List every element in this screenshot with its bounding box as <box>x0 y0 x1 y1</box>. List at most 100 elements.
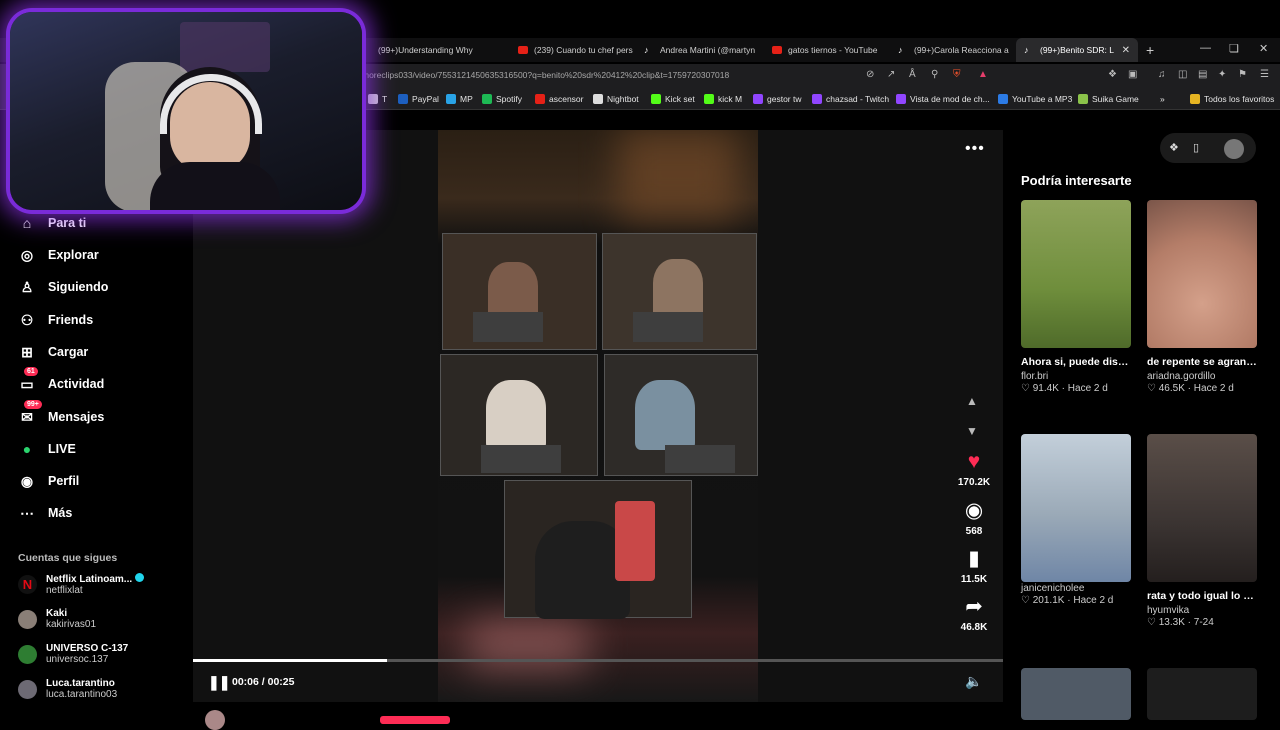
account-name: Luca.tarantino <box>46 678 117 689</box>
wallet-icon[interactable]: ▤ <box>1198 69 1207 80</box>
all-favorites-folder[interactable]: Todos los favoritos <box>1190 94 1274 104</box>
bookmark-item[interactable]: YouTube a MP3 <box>998 94 1072 104</box>
browser-tab[interactable]: gatos tiernos - YouTube <box>764 38 894 62</box>
bookmark-item[interactable]: Vista de mod de ch... <box>896 94 990 104</box>
sidebar-item-para-ti[interactable]: ⌂ Para ti <box>18 214 86 232</box>
bookmark-item[interactable]: chazsad - Twitch <box>812 94 889 104</box>
menu-icon[interactable]: ☰ <box>1260 69 1269 80</box>
suggestion-card[interactable]: janicenicholee ♡ 201.1K · Hace 2 d <box>1021 434 1131 606</box>
zoom-icon[interactable]: ⚲ <box>931 69 938 80</box>
followed-account[interactable]: N Netflix Latinoam... netflixlat <box>18 573 145 596</box>
next-video-icon[interactable]: ▼ <box>966 424 978 438</box>
screenshot-icon[interactable]: ▣ <box>1128 69 1137 80</box>
url-field[interactable]: moreclips033/video/7553121450635316500?q… <box>362 70 729 80</box>
bookmark-item[interactable]: Suika Game <box>1078 94 1139 104</box>
sidebar-item-más[interactable]: ⋯ Más <box>18 504 72 522</box>
sidebar-item-actividad[interactable]: ▭ 61 Actividad <box>18 367 104 393</box>
volume-icon[interactable]: 🔈 <box>965 673 982 690</box>
tiktok-icon: ♪ <box>644 45 649 55</box>
followed-account[interactable]: Luca.tarantino luca.tarantino03 <box>18 678 117 700</box>
sidebar-item-mensajes[interactable]: ✉ 99+ Mensajes <box>18 400 104 426</box>
tab-label: (239) Cuando tu chef pers <box>534 45 633 55</box>
bookmark-label: Vista de mod de ch... <box>910 94 990 104</box>
messages-icon: ✉ 99+ <box>18 400 42 426</box>
bookmark-item[interactable]: Nightbot <box>593 94 639 104</box>
bookmark-favicon-icon <box>998 94 1008 104</box>
suggestion-card[interactable]: rata y todo igual lo amo djskdjd #hum...… <box>1147 434 1257 628</box>
more-options-icon[interactable]: ••• <box>965 140 985 158</box>
minimize-icon[interactable]: — <box>1200 42 1211 54</box>
media-icon[interactable]: ♫ <box>1158 69 1166 80</box>
rewards-icon[interactable]: ▲ <box>978 69 988 80</box>
compass-icon: ◎ <box>20 246 34 263</box>
sidebar-item-explorar[interactable]: ◎ Explorar <box>18 246 99 264</box>
bookmark-item[interactable]: ascensor <box>535 94 584 104</box>
save-action[interactable]: ▮ 11.5K <box>944 546 1004 585</box>
sidebar-item-siguiendo[interactable]: ♙ Siguiendo <box>18 278 109 296</box>
leo-icon[interactable]: ✦ <box>1218 69 1226 80</box>
comment-action[interactable]: ◉ 568 <box>944 498 1004 537</box>
suggestion-card-partial[interactable] <box>1021 668 1131 720</box>
brave-shield-icon[interactable]: ⛨ <box>953 69 961 80</box>
bookmark-item[interactable]: T <box>368 94 387 104</box>
open-external-icon[interactable]: ↗ <box>887 69 895 80</box>
account-handle: universoc.137 <box>46 654 109 665</box>
translate-icon[interactable]: Å <box>909 69 916 80</box>
bookmark-item[interactable]: PayPal <box>398 94 439 104</box>
share-action[interactable]: ➦ 46.8K <box>944 594 1004 633</box>
new-tab-button[interactable]: + <box>1146 42 1154 58</box>
suggestion-card[interactable]: de repente se agranda la familia d... ari… <box>1147 200 1257 394</box>
vpn-icon[interactable]: ⚑ <box>1238 69 1247 80</box>
bookmark-item[interactable]: Spotify <box>482 94 522 104</box>
bookmark-item[interactable]: Kick set <box>651 94 695 104</box>
like-count: 170.2K <box>957 477 991 488</box>
sidebar-item-friends[interactable]: ⚇ Friends <box>18 311 93 329</box>
bookmark-label: Spotify <box>496 94 522 104</box>
phone-icon[interactable]: ▯ <box>1193 141 1199 154</box>
share-count: 46.8K <box>960 622 988 633</box>
extensions-icon[interactable]: ❖ <box>1108 69 1117 80</box>
browser-tab[interactable]: ♪ (99+)Understanding Why <box>354 38 494 62</box>
compass-small-icon[interactable]: ❖ <box>1169 141 1179 154</box>
account-text: Kaki kakirivas01 <box>46 608 96 630</box>
creator-avatar[interactable] <box>205 710 225 730</box>
followed-account[interactable]: Kaki kakirivas01 <box>18 608 96 630</box>
sidebar-item-live[interactable]: ● LIVE <box>18 440 76 458</box>
sidebar-item-perfil[interactable]: ◉ Perfil <box>18 472 79 490</box>
avatar: N <box>18 575 37 594</box>
user-avatar[interactable] <box>1224 139 1244 159</box>
follow-button[interactable] <box>380 716 450 724</box>
suggestion-meta: ♡ 13.3K · 7-24 <box>1147 617 1257 628</box>
previous-video-icon[interactable]: ▲ <box>966 394 978 408</box>
bookmark-label: chazsad - Twitch <box>826 94 890 104</box>
bookmark-item[interactable]: kick M <box>704 94 742 104</box>
sidebar-item-cargar[interactable]: ⊞ Cargar <box>18 343 88 361</box>
bookmark-item[interactable]: MP <box>446 94 473 104</box>
account-name: Kaki <box>46 608 96 619</box>
suggestion-thumbnail <box>1147 200 1257 348</box>
bookmark-item[interactable]: gestor tw <box>753 94 802 104</box>
sidebar-item-label: Más <box>48 506 73 520</box>
restore-icon[interactable]: ❏ <box>1229 42 1239 55</box>
separator: · <box>1184 383 1194 394</box>
close-tab-icon[interactable]: ✕ <box>1122 45 1130 56</box>
following-icon: ♙ <box>20 278 34 295</box>
browser-tab[interactable]: (239) Cuando tu chef pers <box>510 38 640 62</box>
account-handle: kakirivas01 <box>46 619 97 630</box>
browser-tab[interactable]: ♪ Andrea Martini (@martyn <box>636 38 764 62</box>
like-action[interactable]: ♥ 170.2K <box>944 449 1004 488</box>
browser-tab[interactable]: ♪ (99+)Carola Reacciona a <box>890 38 1016 62</box>
sidebar-icon[interactable]: ◫ <box>1178 69 1187 80</box>
no-tracking-icon[interactable]: ⊘ <box>866 69 874 80</box>
video-frame[interactable] <box>438 130 758 702</box>
bookmarks-more-button[interactable]: » <box>1160 94 1165 104</box>
browser-tab[interactable]: ♪ (99+)Benito SDR: L ✕ <box>1016 38 1138 62</box>
bookmark-favicon-icon <box>482 94 492 104</box>
sidebar-item-label: Perfil <box>48 474 80 488</box>
pause-icon[interactable]: ❚❚ <box>208 674 230 691</box>
suggestion-card-partial[interactable] <box>1147 668 1257 720</box>
followed-account[interactable]: UNIVERSO C-137 universoc.137 <box>18 643 128 665</box>
video-progress-bar[interactable] <box>193 659 1003 662</box>
suggestion-card[interactable]: Ahora si, puede disfrutar del patio... fl… <box>1021 200 1131 394</box>
close-window-icon[interactable]: ✕ <box>1259 42 1268 55</box>
